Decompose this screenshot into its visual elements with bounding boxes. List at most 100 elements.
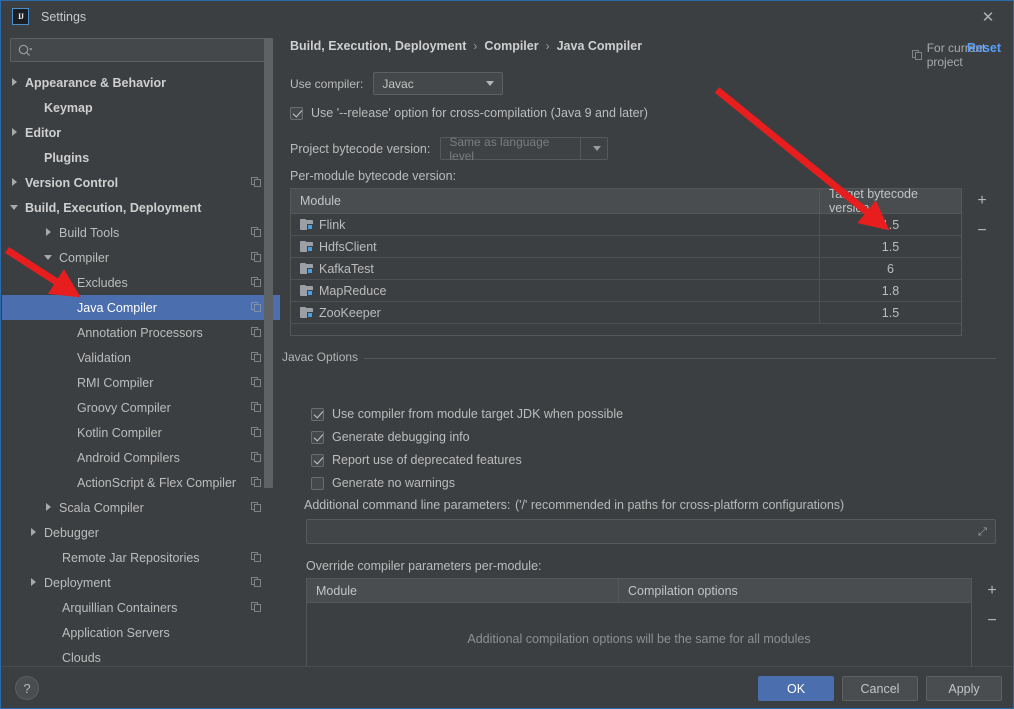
override-column-header-module[interactable]: Module [307,579,618,602]
sidebar-item-java-compiler[interactable]: Java Compiler [2,295,280,320]
generate-debugging-info-checkbox[interactable] [311,430,324,444]
sidebar-item-remote-jar-repositories[interactable]: Remote Jar Repositories [2,545,280,570]
use-compiler-dropdown[interactable]: Javac [373,72,504,95]
cell-target-bytecode[interactable]: 1.5 [819,302,961,323]
sidebar-item-plugins[interactable]: Plugins [2,145,280,170]
sidebar-item-scala-compiler[interactable]: Scala Compiler [2,495,280,520]
additional-parameters-input[interactable]: ⤢ [306,519,996,544]
sidebar-item-debugger[interactable]: Debugger [2,520,280,545]
sidebar-item-compiler[interactable]: Compiler [2,245,280,270]
javac-option-row-2[interactable]: Report use of deprecated features [311,453,522,467]
add-module-button[interactable]: + [972,191,992,211]
copy-settings-icon[interactable] [251,327,262,338]
project-bytecode-dropdown[interactable]: Same as language level [440,135,609,163]
sidebar-item-keymap[interactable]: Keymap [2,95,280,120]
copy-settings-icon[interactable] [251,452,262,463]
cell-target-bytecode[interactable]: 6 [819,258,961,279]
javac-option-row-3[interactable]: Generate no warnings [311,476,455,490]
help-button[interactable]: ? [15,676,39,700]
sidebar-item-editor[interactable]: Editor [2,120,280,145]
copy-settings-icon[interactable] [251,402,262,413]
copy-settings-icon[interactable] [251,477,262,488]
table-row[interactable]: HdfsClient 1.5 [291,236,961,258]
copy-settings-icon[interactable] [251,302,262,313]
sidebar-item-build-tools[interactable]: Build Tools [2,220,280,245]
cell-module[interactable]: Flink [291,214,819,235]
copy-settings-icon[interactable] [251,502,262,513]
cell-target-bytecode[interactable]: 1.5 [819,214,961,235]
sidebar-item-annotation-processors[interactable]: Annotation Processors [2,320,280,345]
javac-option-row-0[interactable]: Use compiler from module target JDK when… [311,407,623,421]
copy-settings-icon[interactable] [251,352,262,363]
sidebar-item-actionscript-flex-compiler[interactable]: ActionScript & Flex Compiler [2,470,280,495]
cell-module[interactable]: KafkaTest [291,258,819,279]
ok-button[interactable]: OK [758,676,834,701]
search-input[interactable] [32,43,271,57]
sidebar-item-arquillian-containers[interactable]: Arquillian Containers [2,595,280,620]
sidebar-item-kotlin-compiler[interactable]: Kotlin Compiler [2,420,280,445]
column-header-module[interactable]: Module [291,189,819,213]
generate-no-warnings-checkbox[interactable] [311,476,324,490]
cell-module[interactable]: MapReduce [291,280,819,301]
sidebar-item-excludes[interactable]: Excludes [2,270,280,295]
use-target-jdk-compiler-checkbox[interactable] [311,407,324,421]
copy-settings-icon[interactable] [251,427,262,438]
cell-target-bytecode[interactable]: 1.5 [819,236,961,257]
cell-module[interactable]: ZooKeeper [291,302,819,323]
use-release-option-checkbox[interactable] [290,106,303,120]
table-row[interactable]: KafkaTest 6 [291,258,961,280]
close-icon[interactable]: ✕ [977,7,999,27]
sidebar-item-validation[interactable]: Validation [2,345,280,370]
chevron-right-icon[interactable] [29,577,40,588]
search-box[interactable] [10,38,272,62]
use-release-option-row[interactable]: Use '--release' option for cross-compila… [290,106,648,120]
breadcrumb-part-0[interactable]: Build, Execution, Deployment [290,39,466,53]
sidebar-item-android-compilers[interactable]: Android Compilers [2,445,280,470]
cell-module[interactable]: HdfsClient [291,236,819,257]
cancel-button[interactable]: Cancel [842,676,918,701]
copy-settings-icon[interactable] [251,552,262,563]
copy-settings-icon[interactable] [251,277,262,288]
copy-settings-icon[interactable] [251,227,262,238]
chevron-right-icon[interactable] [44,502,55,513]
javac-option-label-0: Use compiler from module target JDK when… [332,407,624,421]
sidebar-item-application-servers[interactable]: Application Servers [2,620,280,645]
reset-link[interactable]: Reset [967,41,1001,55]
add-override-button[interactable]: + [982,581,1002,601]
sidebar-item-version-control[interactable]: Version Control [2,170,280,195]
javac-option-row-1[interactable]: Generate debugging info [311,430,470,444]
copy-settings-icon[interactable] [251,177,262,188]
copy-settings-icon[interactable] [251,252,262,263]
chevron-right-icon[interactable] [10,177,21,188]
chevron-right-icon[interactable] [10,77,21,88]
expand-editor-icon[interactable]: ⤢ [978,526,989,538]
sidebar-item-build-execution-deployment[interactable]: Build, Execution, Deployment [2,195,280,220]
cell-target-bytecode[interactable]: 1.8 [819,280,961,301]
override-column-header-options[interactable]: Compilation options [618,579,971,602]
sidebar-item-clouds[interactable]: Clouds [2,645,280,666]
remove-module-button[interactable]: − [972,221,992,241]
table-row[interactable]: Flink 1.5 [291,214,961,236]
sidebar-item-rmi-compiler[interactable]: RMI Compiler [2,370,280,395]
sidebar-scrollbar-thumb[interactable] [264,38,273,488]
sidebar-item-groovy-compiler[interactable]: Groovy Compiler [2,395,280,420]
table-row[interactable]: MapReduce 1.8 [291,280,961,302]
javac-options-title: Javac Options [282,350,365,364]
apply-button[interactable]: Apply [926,676,1002,701]
chevron-right-icon[interactable] [10,127,21,138]
sidebar-item-deployment[interactable]: Deployment [2,570,280,595]
copy-settings-icon[interactable] [251,377,262,388]
column-header-target-bytecode[interactable]: Target bytecode version [819,187,961,215]
remove-override-button[interactable]: − [982,611,1002,631]
report-deprecated-features-checkbox[interactable] [311,453,324,467]
chevron-right-icon[interactable] [44,227,55,238]
chevron-down-icon[interactable] [10,202,21,213]
copy-settings-icon[interactable] [251,602,262,613]
copy-settings-icon[interactable] [251,577,262,588]
chevron-right-icon[interactable] [29,527,40,538]
chevron-down-icon[interactable] [44,252,55,263]
table-row[interactable]: ZooKeeper 1.5 [291,302,961,324]
breadcrumb-part-1[interactable]: Compiler [484,39,538,53]
sidebar-scrollbar-track[interactable] [264,38,273,624]
sidebar-item-appearance-behavior[interactable]: Appearance & Behavior [2,70,280,95]
